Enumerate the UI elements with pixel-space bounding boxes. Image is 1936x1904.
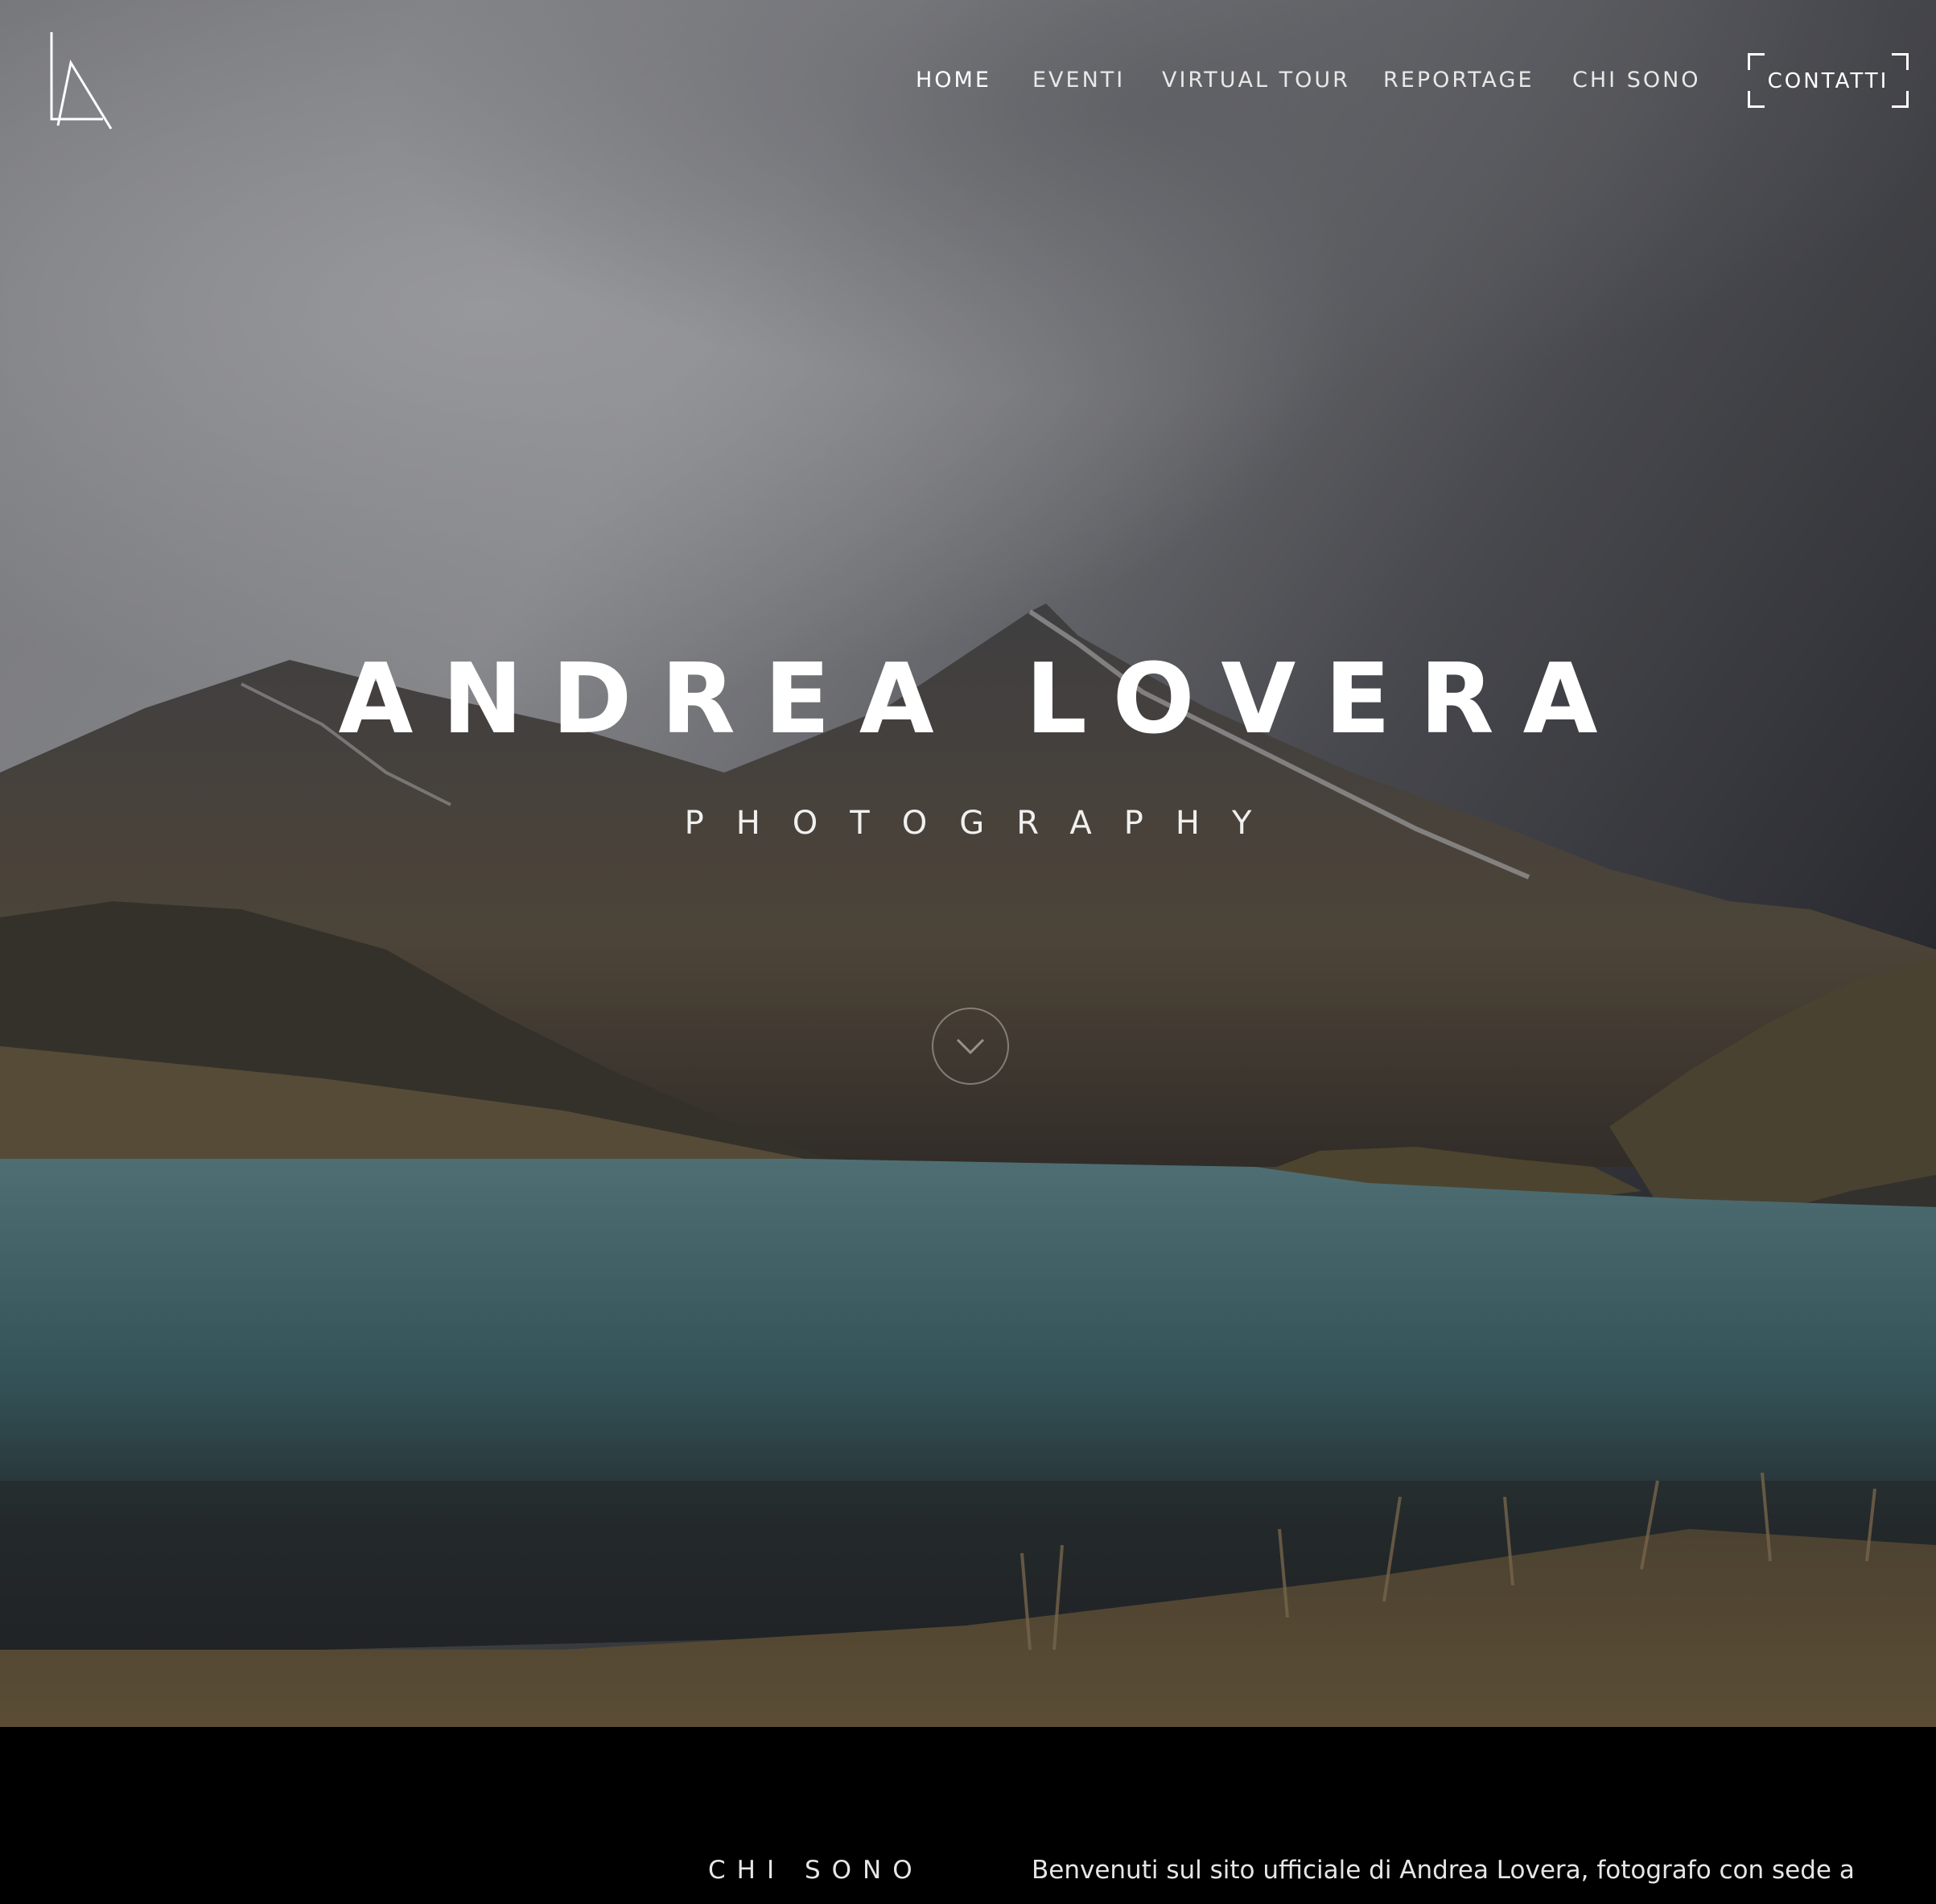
hero-background-image (0, 0, 1936, 1727)
nav-chi-sono[interactable]: CHI SONO (1572, 68, 1701, 93)
bracket-corner (1748, 91, 1765, 108)
bracket-corner (1892, 91, 1909, 108)
hero-subtitle: PHOTOGRAPHY (684, 805, 1284, 842)
hero-section: HOME EVENTI VIRTUAL TOUR REPORTAGE CHI S… (0, 0, 1936, 1727)
chevron-down-icon (956, 1038, 985, 1055)
monogram-logo[interactable] (47, 31, 117, 132)
about-heading: CHI SONO (708, 1856, 924, 1885)
hero-title: ANDREA LOVERA (338, 644, 1627, 756)
contatti-label: CONTATTI (1767, 69, 1889, 93)
nav-home[interactable]: HOME (916, 68, 991, 93)
nav-reportage[interactable]: REPORTAGE (1383, 68, 1534, 93)
contatti-button[interactable]: CONTATTI (1748, 53, 1909, 108)
bracket-corner (1892, 53, 1909, 70)
scroll-down-button[interactable] (932, 1008, 1009, 1085)
about-intro-text: Benvenuti sul sito ufficiale di Andrea L… (1032, 1856, 1855, 1885)
bracket-corner (1748, 53, 1765, 70)
nav-virtual-tour[interactable]: VIRTUAL TOUR (1162, 68, 1350, 93)
nav-eventi[interactable]: EVENTI (1032, 68, 1125, 93)
